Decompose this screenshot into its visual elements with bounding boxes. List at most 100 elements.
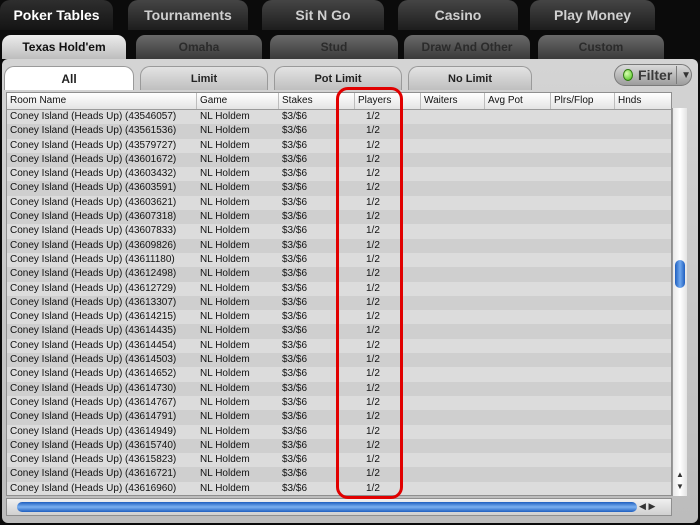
cell-game: NL Holdem xyxy=(200,454,250,466)
tab-pot-limit[interactable]: Pot Limit xyxy=(274,66,402,90)
table-row[interactable]: Coney Island (Heads Up) (43614791) NL Hol… xyxy=(7,410,671,425)
table-row[interactable]: Coney Island (Heads Up) (43603432) NL Hol… xyxy=(7,167,671,182)
cell-game: NL Holdem xyxy=(200,125,250,137)
cell-game: NL Holdem xyxy=(200,296,250,308)
cell-room-name: Coney Island (Heads Up) (43613307) xyxy=(10,296,177,308)
cell-room-name: Coney Island (Heads Up) (43614503) xyxy=(10,354,177,366)
cell-game: NL Holdem xyxy=(200,354,250,366)
table-row[interactable]: Coney Island (Heads Up) (43614652) NL Hol… xyxy=(7,367,671,382)
cell-game: NL Holdem xyxy=(200,425,250,437)
table-row[interactable]: Coney Island (Heads Up) (43603591) NL Hol… xyxy=(7,181,671,196)
scroll-right-arrow-icon[interactable]: ▶ xyxy=(648,501,655,511)
col-avg-pot[interactable]: Avg Pot xyxy=(485,93,551,109)
table-row[interactable]: Coney Island (Heads Up) (43613307) NL Hol… xyxy=(7,295,671,311)
tab-all[interactable]: All xyxy=(4,66,134,90)
tab-tournaments[interactable]: Tournaments xyxy=(128,0,248,30)
cell-game: NL Holdem xyxy=(200,396,250,408)
table-grid: Room Name Game Stakes Players Waiters Av… xyxy=(6,92,672,496)
col-stakes[interactable]: Stakes xyxy=(279,93,355,109)
cell-stakes: $3/$6 xyxy=(282,211,308,223)
col-hnds[interactable]: Hnds xyxy=(615,93,671,109)
vertical-scrollbar[interactable]: ▲ ▼ xyxy=(672,108,687,496)
tab-sit-n-go[interactable]: Sit N Go xyxy=(262,0,384,30)
table-row[interactable]: Coney Island (Heads Up) (43612498) NL Hol… xyxy=(7,267,671,282)
cell-room-name: Coney Island (Heads Up) (43614730) xyxy=(10,382,177,394)
cell-game: NL Holdem xyxy=(200,239,250,251)
cell-players: 1/2 xyxy=(366,268,380,280)
tab-limit[interactable]: Limit xyxy=(140,66,268,90)
tab-omaha[interactable]: Omaha xyxy=(136,35,262,59)
scroll-down-arrow-icon[interactable]: ▼ xyxy=(676,482,684,491)
tab-no-limit[interactable]: No Limit xyxy=(408,66,532,90)
table-row[interactable]: Coney Island (Heads Up) (43614949) NL Hol… xyxy=(7,424,671,439)
cell-room-name: Coney Island (Heads Up) (43614215) xyxy=(10,311,177,323)
cell-room-name: Coney Island (Heads Up) (43609826) xyxy=(10,239,177,251)
table-row[interactable]: Coney Island (Heads Up) (43614503) NL Hol… xyxy=(7,353,671,368)
cell-room-name: Coney Island (Heads Up) (43616960) xyxy=(10,482,177,494)
scroll-up-arrow-icon[interactable]: ▲ xyxy=(676,470,684,479)
tab-texas-holdem[interactable]: Texas Hold'em xyxy=(2,35,126,59)
cell-players: 1/2 xyxy=(366,311,380,323)
table-header: Room Name Game Stakes Players Waiters Av… xyxy=(7,93,671,110)
table-row[interactable]: Coney Island (Heads Up) (43611180) NL Hol… xyxy=(7,252,671,268)
cell-room-name: Coney Island (Heads Up) (43615823) xyxy=(10,454,177,466)
scroll-left-arrow-icon[interactable]: ◀ xyxy=(639,501,646,511)
cell-players: 1/2 xyxy=(366,325,380,337)
horizontal-scroll-arrows[interactable]: ◀ ▶ xyxy=(639,501,655,512)
col-game[interactable]: Game xyxy=(197,93,279,109)
table-row[interactable]: Coney Island (Heads Up) (43603621) NL Hol… xyxy=(7,195,671,211)
table-row[interactable]: Coney Island (Heads Up) (43601672) NL Hol… xyxy=(7,152,671,168)
cell-stakes: $3/$6 xyxy=(282,239,308,251)
cell-room-name: Coney Island (Heads Up) (43601672) xyxy=(10,153,177,165)
cell-players: 1/2 xyxy=(366,296,380,308)
cell-game: NL Holdem xyxy=(200,111,250,122)
dropdown-arrow-icon[interactable]: ▼ xyxy=(681,70,691,81)
cell-stakes: $3/$6 xyxy=(282,196,308,208)
tab-play-money[interactable]: Play Money xyxy=(530,0,655,30)
table-row[interactable]: Coney Island (Heads Up) (43614454) NL Hol… xyxy=(7,338,671,354)
table-row[interactable]: Coney Island (Heads Up) (43615740) NL Hol… xyxy=(7,438,671,454)
col-players[interactable]: Players xyxy=(355,93,421,109)
tab-poker-tables[interactable]: Poker Tables xyxy=(0,0,113,30)
table-row[interactable]: Coney Island (Heads Up) (43614730) NL Hol… xyxy=(7,381,671,396)
tab-draw-and-other[interactable]: Draw And Other xyxy=(404,35,530,59)
table-row[interactable]: Coney Island (Heads Up) (43546057) NL Hol… xyxy=(7,110,671,125)
horizontal-scroll-thumb[interactable] xyxy=(17,502,637,512)
table-row[interactable]: Coney Island (Heads Up) (43561536) NL Hol… xyxy=(7,124,671,139)
cell-stakes: $3/$6 xyxy=(282,396,308,408)
col-room-name[interactable]: Room Name xyxy=(7,93,197,109)
horizontal-scrollbar[interactable]: ◀ ▶ xyxy=(6,498,672,516)
cell-game: NL Holdem xyxy=(200,411,250,423)
cell-game: NL Holdem xyxy=(200,368,250,380)
cell-game: NL Holdem xyxy=(200,211,250,223)
cell-room-name: Coney Island (Heads Up) (43611180) xyxy=(10,253,175,265)
filter-button[interactable]: Filter ▼ xyxy=(614,64,692,86)
table-row[interactable]: Coney Island (Heads Up) (43607833) NL Hol… xyxy=(7,224,671,239)
cell-stakes: $3/$6 xyxy=(282,311,308,323)
tab-casino[interactable]: Casino xyxy=(398,0,518,30)
col-plrs-flop[interactable]: Plrs/Flop xyxy=(551,93,615,109)
table-row[interactable]: Coney Island (Heads Up) (43612729) NL Hol… xyxy=(7,281,671,296)
cell-players: 1/2 xyxy=(366,282,380,294)
tab-custom[interactable]: Custom xyxy=(538,35,664,59)
table-row[interactable]: Coney Island (Heads Up) (43614767) NL Hol… xyxy=(7,395,671,411)
cell-room-name: Coney Island (Heads Up) (43614791) xyxy=(10,411,177,423)
cell-stakes: $3/$6 xyxy=(282,425,308,437)
cell-room-name: Coney Island (Heads Up) (43579727) xyxy=(10,139,177,151)
vertical-scroll-thumb[interactable] xyxy=(675,260,685,288)
table-row[interactable]: Coney Island (Heads Up) (43614215) NL Hol… xyxy=(7,310,671,325)
cell-players: 1/2 xyxy=(366,139,380,151)
cell-stakes: $3/$6 xyxy=(282,411,308,423)
table-row[interactable]: Coney Island (Heads Up) (43609826) NL Hol… xyxy=(7,238,671,253)
table-row[interactable]: Coney Island (Heads Up) (43615823) NL Hol… xyxy=(7,453,671,468)
table-row[interactable]: Coney Island (Heads Up) (43579727) NL Hol… xyxy=(7,138,671,153)
cell-game: NL Holdem xyxy=(200,153,250,165)
table-row[interactable]: Coney Island (Heads Up) (43607318) NL Hol… xyxy=(7,210,671,225)
table-row[interactable]: Coney Island (Heads Up) (43616960) NL Hol… xyxy=(7,481,671,495)
tab-stud[interactable]: Stud xyxy=(270,35,398,59)
table-row[interactable]: Coney Island (Heads Up) (43614435) NL Hol… xyxy=(7,324,671,339)
col-waiters[interactable]: Waiters xyxy=(421,93,485,109)
table-row[interactable]: Coney Island (Heads Up) (43616721) NL Hol… xyxy=(7,467,671,482)
cell-stakes: $3/$6 xyxy=(282,439,308,451)
cell-players: 1/2 xyxy=(366,253,380,265)
